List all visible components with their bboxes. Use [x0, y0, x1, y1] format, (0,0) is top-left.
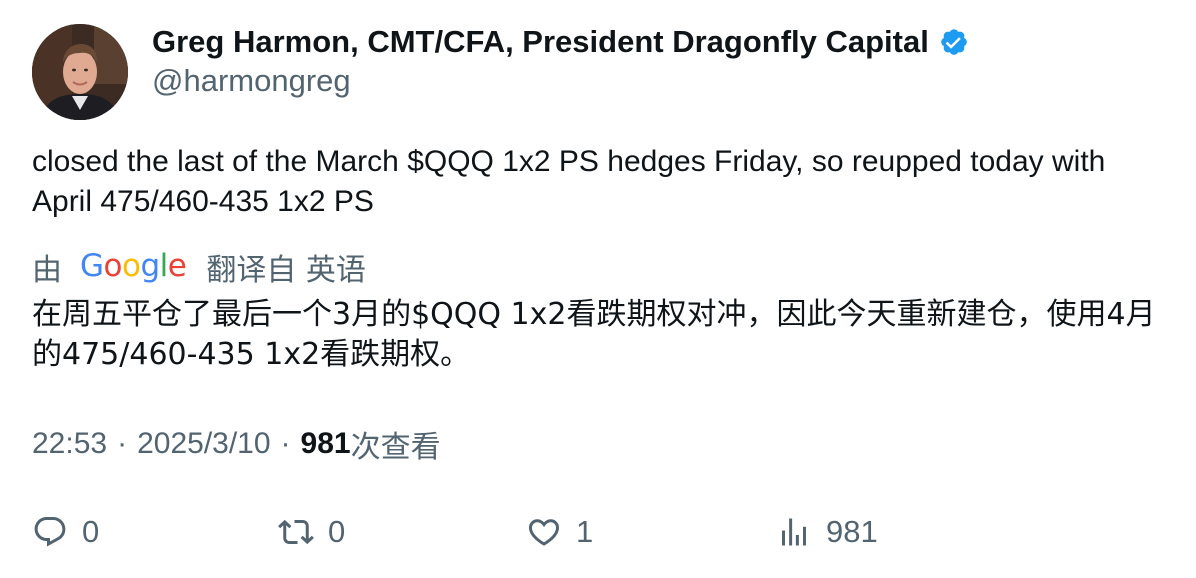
translated-from-label[interactable]: 翻译自 英语: [206, 245, 366, 289]
meta-separator: ·: [280, 427, 291, 460]
views-icon: [782, 518, 806, 546]
reply-button[interactable]: 0: [32, 508, 99, 556]
heart-icon: [528, 519, 560, 546]
author-handle[interactable]: @harmongreg: [152, 62, 969, 100]
name-row: Greg Harmon, CMT/CFA, President Dragonfl…: [152, 22, 969, 62]
retweet-count: 0: [328, 514, 346, 549]
views-count: 981: [300, 427, 351, 460]
views-action-count: 981: [826, 514, 878, 549]
avatar-photo: [32, 24, 128, 120]
reply-count: 0: [82, 514, 100, 549]
retweet-button[interactable]: 0: [278, 508, 345, 556]
views-label: 次查看: [350, 430, 441, 465]
google-logo: Google: [80, 248, 187, 284]
like-count: 1: [576, 514, 594, 549]
retweet-icon: [278, 519, 314, 545]
translation-attribution: 由 Google 翻译自 英语: [32, 246, 366, 288]
translated-by-label: 由: [32, 253, 62, 288]
tweet-date[interactable]: 2025/3/10: [137, 427, 270, 461]
meta-separator: ·: [117, 427, 128, 460]
translated-text: 在周五平仓了最后一个3月的$QQQ 1x2看跌期权对冲，因此今天重新建仓，使用4…: [32, 297, 1156, 372]
like-button[interactable]: 1: [526, 508, 593, 556]
tweet-header: Greg Harmon, CMT/CFA, President Dragonfl…: [152, 22, 969, 100]
verified-badge-icon[interactable]: [939, 27, 969, 57]
tweet-text: closed the last of the March $QQQ 1x2 PS…: [32, 145, 1106, 218]
tweet-meta: 22:53 · 2025/3/10 · 981 次查看: [32, 424, 441, 465]
action-bar: 0 0 1 981: [32, 508, 1172, 556]
views-button[interactable]: 981: [776, 508, 878, 556]
avatar[interactable]: [32, 24, 128, 120]
author-display-name[interactable]: Greg Harmon, CMT/CFA, President Dragonfl…: [152, 24, 929, 60]
reply-icon: [34, 517, 66, 547]
tweet-time[interactable]: 22:53: [32, 427, 107, 461]
